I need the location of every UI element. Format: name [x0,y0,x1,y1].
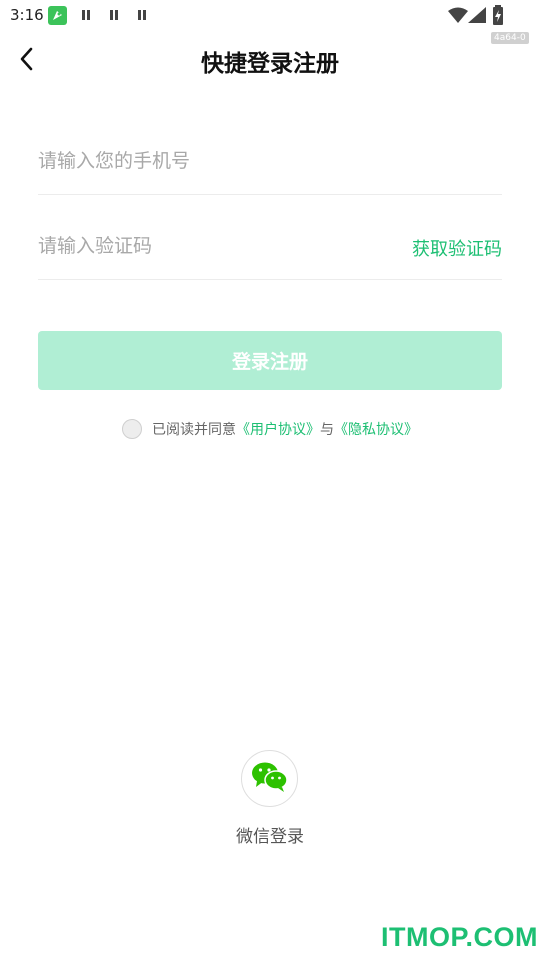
verification-code-input[interactable] [38,229,378,263]
user-agreement-link[interactable]: 《用户协议》 [236,419,320,439]
agreement-connector: 与 [320,422,334,438]
get-code-button[interactable]: 获取验证码 [412,235,502,261]
login-register-button[interactable]: 登录注册 [38,331,502,390]
status-time: 3:16 [10,6,44,24]
build-tag: 4a64-0 [491,32,529,44]
watermark: ITMOP.COM [381,922,539,952]
agree-checkbox[interactable] [122,419,142,439]
agreement-row: 已阅读并同意 《用户协议》 与 《隐私协议》 [0,418,540,440]
app-notification-icon [48,6,67,25]
status-bar: 3:16 [0,0,540,32]
battery-icon [492,5,504,29]
wechat-login-button[interactable] [241,750,298,807]
phone-input[interactable] [38,144,502,178]
wechat-login-label: 微信登录 [236,827,304,847]
agreement-prefix: 已阅读并同意 [152,422,236,438]
page-title: 快捷登录注册 [201,51,339,77]
signal-icon [468,7,486,27]
wechat-icon [251,761,289,797]
pause-icon [137,10,147,20]
wifi-icon [448,7,468,27]
pause-icon [109,10,119,20]
phone-field [38,130,502,195]
privacy-policy-link[interactable]: 《隐私协议》 [334,419,418,439]
code-field: 获取验证码 [38,215,502,280]
pause-icon [81,10,91,20]
